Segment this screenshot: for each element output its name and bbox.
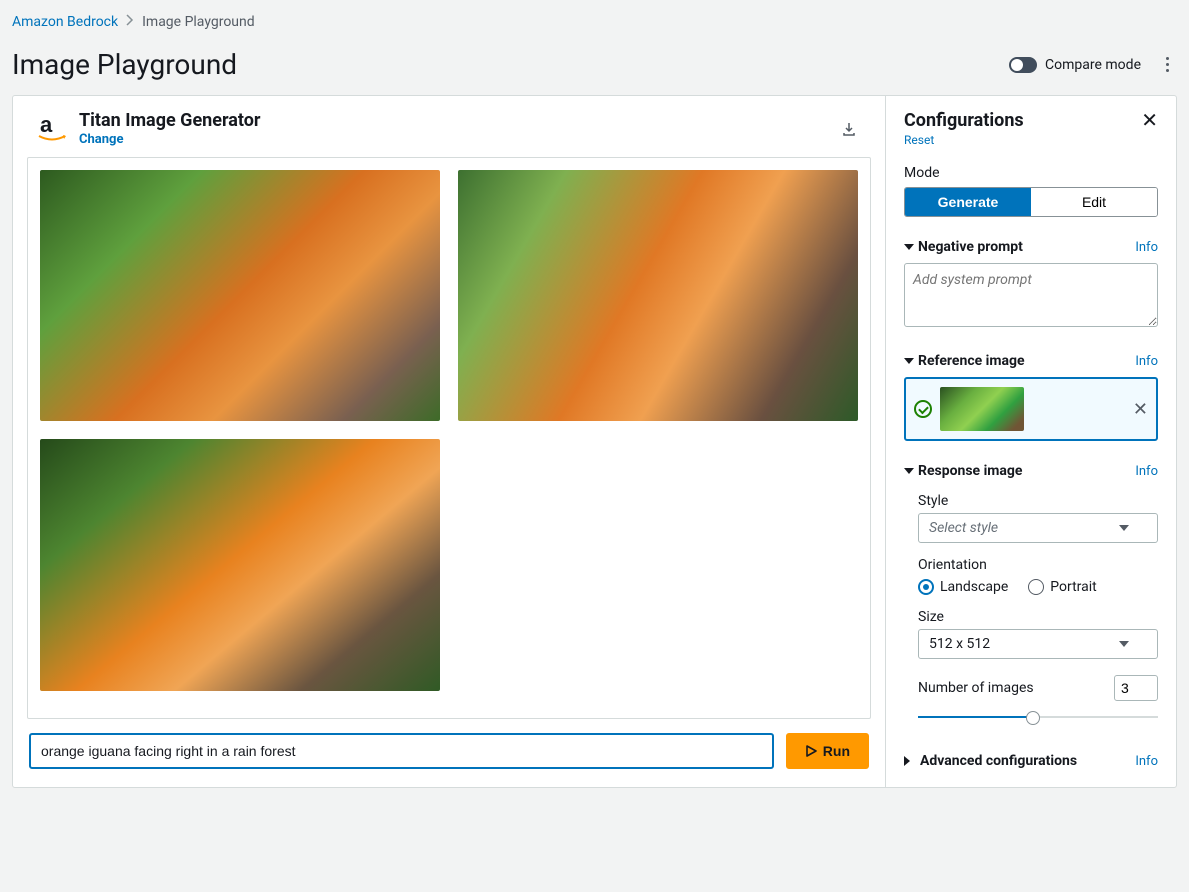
model-name: Titan Image Generator	[79, 110, 261, 131]
prompt-input[interactable]	[29, 733, 774, 769]
orientation-landscape-radio[interactable]: Landscape	[918, 579, 1008, 595]
chevron-right-icon	[126, 14, 134, 30]
breadcrumb-root-link[interactable]: Amazon Bedrock	[12, 14, 118, 30]
main-column: a Titan Image Generator Change	[13, 96, 886, 787]
advanced-title: Advanced configurations	[920, 753, 1077, 769]
caret-down-icon	[904, 468, 914, 474]
mode-edit-button[interactable]: Edit	[1031, 188, 1157, 216]
close-panel-button[interactable]: ✕	[1141, 110, 1158, 130]
num-images-label: Number of images	[918, 680, 1034, 696]
results-panel	[27, 157, 871, 719]
size-select-value: 512 x 512	[929, 636, 990, 652]
download-button[interactable]	[835, 115, 863, 143]
mode-generate-button[interactable]: Generate	[905, 188, 1031, 216]
compare-mode-toggle[interactable]: Compare mode	[1009, 57, 1141, 73]
reset-link[interactable]: Reset	[904, 133, 1024, 147]
reference-info-link[interactable]: Info	[1135, 354, 1158, 369]
playground-card: a Titan Image Generator Change	[12, 95, 1177, 788]
response-info-link[interactable]: Info	[1135, 464, 1158, 479]
size-label: Size	[918, 609, 1158, 625]
run-label: Run	[823, 743, 850, 759]
orientation-portrait-radio[interactable]: Portrait	[1028, 579, 1096, 595]
breadcrumb: Amazon Bedrock Image Playground	[12, 14, 1177, 30]
success-check-icon	[914, 400, 932, 418]
remove-reference-button[interactable]: ✕	[1133, 399, 1148, 420]
reference-image-section-header[interactable]: Reference image Info	[904, 353, 1158, 369]
change-model-link[interactable]: Change	[79, 132, 123, 147]
play-icon	[805, 745, 817, 757]
reference-image-title: Reference image	[918, 353, 1025, 369]
style-select[interactable]: Select style	[918, 513, 1158, 543]
advanced-config-section-header[interactable]: Advanced configurations Info	[904, 753, 1158, 769]
slider-thumb[interactable]	[1026, 711, 1040, 725]
orientation-landscape-label: Landscape	[940, 579, 1008, 595]
caret-down-icon	[904, 244, 914, 250]
orientation-label: Orientation	[918, 557, 1158, 573]
generated-image[interactable]	[458, 170, 858, 421]
negative-prompt-title: Negative prompt	[918, 239, 1023, 255]
orientation-portrait-label: Portrait	[1050, 579, 1096, 595]
mode-segmented-control: Generate Edit	[904, 187, 1158, 217]
run-button[interactable]: Run	[786, 733, 869, 769]
amazon-logo-icon: a	[35, 112, 69, 146]
svg-text:a: a	[40, 112, 53, 137]
configurations-panel: Configurations Reset ✕ Mode Generate Edi…	[886, 96, 1176, 787]
generated-image[interactable]	[40, 439, 440, 690]
more-actions-menu[interactable]	[1157, 57, 1177, 72]
toggle-icon	[1009, 57, 1037, 73]
page-title: Image Playground	[12, 48, 237, 81]
mode-label: Mode	[904, 165, 1158, 181]
negative-prompt-section-header[interactable]: Negative prompt Info	[904, 239, 1158, 255]
caret-down-icon	[904, 358, 914, 364]
caret-down-icon	[1119, 641, 1129, 647]
style-label: Style	[918, 493, 1158, 509]
style-select-value: Select style	[929, 520, 998, 536]
caret-down-icon	[1119, 525, 1129, 531]
negative-info-link[interactable]: Info	[1135, 240, 1158, 255]
generated-image[interactable]	[40, 170, 440, 421]
num-images-slider[interactable]	[918, 707, 1158, 727]
response-image-section-header[interactable]: Response image Info	[904, 463, 1158, 479]
caret-right-icon	[904, 756, 915, 766]
negative-prompt-textarea[interactable]	[904, 263, 1158, 327]
breadcrumb-current: Image Playground	[142, 14, 255, 30]
reference-thumbnail[interactable]	[940, 387, 1024, 431]
size-select[interactable]: 512 x 512	[918, 629, 1158, 659]
response-image-title: Response image	[918, 463, 1022, 479]
config-title: Configurations	[904, 110, 1024, 131]
num-images-input[interactable]	[1114, 675, 1158, 701]
reference-image-box: ✕	[904, 377, 1158, 441]
compare-mode-label: Compare mode	[1045, 57, 1141, 73]
advanced-info-link[interactable]: Info	[1135, 754, 1158, 769]
